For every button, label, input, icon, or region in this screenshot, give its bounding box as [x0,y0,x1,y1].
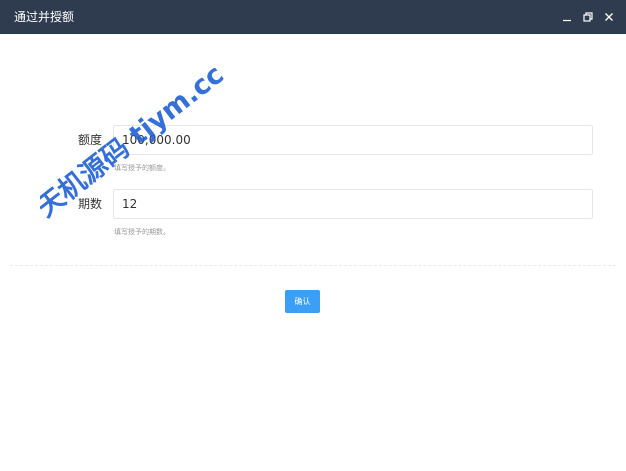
close-button[interactable] [600,7,618,27]
amount-label: 额度 [77,133,102,147]
form-divider [10,265,616,266]
amount-input[interactable] [113,125,593,155]
window-controls [558,7,618,27]
term-label: 期数 [77,197,102,211]
close-icon [605,13,613,21]
title-bar[interactable]: 通过并授额 [0,0,626,34]
confirm-button[interactable]: 确认 [285,290,320,313]
restore-button[interactable] [579,7,597,27]
grant-credit-dialog: 通过并授额 额度 填写授予的额度。 [0,0,626,471]
minimize-button[interactable] [558,7,576,27]
dialog-title: 通过并授额 [14,10,75,24]
term-hint: 填写授予的期数。 [114,228,170,236]
minimize-icon [563,19,571,22]
term-input[interactable] [113,189,593,219]
amount-hint: 填写授予的额度。 [114,164,170,172]
restore-icon [583,12,593,22]
